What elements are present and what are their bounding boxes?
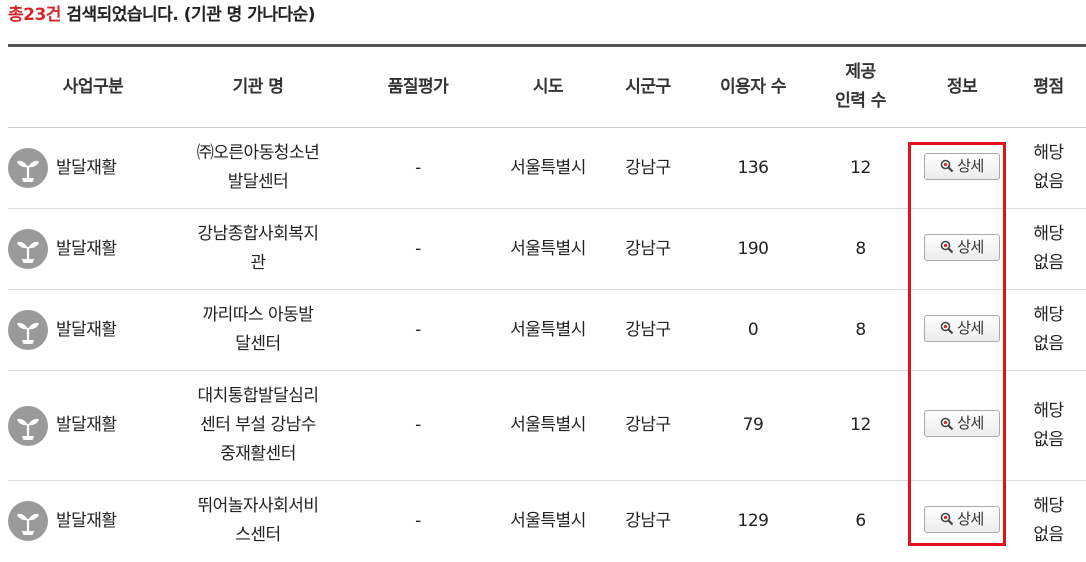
cell-district: 강남구 — [598, 289, 698, 371]
table-header-row: 사업구분 기관 명 품질평가 시도 시군구 이용자 수 제공인력 수 정보 평점 — [8, 47, 1086, 128]
business-type-label: 발달재활 — [56, 319, 117, 340]
cell-rating: 해당없음 — [1011, 370, 1086, 481]
province-name: 서울특별시 — [510, 157, 586, 178]
sprout-icon — [8, 148, 48, 188]
result-summary-text: 검색되었습니다. (기관 명 가나다순) — [60, 5, 316, 25]
sprout-icon — [8, 405, 48, 446]
cell-staff: 6 — [855, 510, 866, 531]
cell-district: 강남구 — [598, 370, 698, 481]
cell-rating: 해당없음 — [1011, 481, 1086, 562]
header-staff-line2: 인력 수 — [835, 91, 886, 111]
cell-users: 136 — [698, 127, 808, 209]
cell-rating: 해당없음 — [1011, 208, 1086, 290]
business-type-label: 발달재활 — [56, 238, 117, 259]
business-type-label: 발달재활 — [56, 415, 117, 435]
rating-text: 해당없음 — [1033, 400, 1064, 450]
cell-quality: - — [415, 510, 421, 531]
org-name: 강남종합사회복지관 — [197, 224, 319, 273]
cell-business-type: 발달재활 — [8, 208, 178, 290]
cell-province: 서울특별시 — [498, 481, 598, 562]
result-count: 총23건 — [8, 5, 61, 25]
sprout-icon — [8, 229, 48, 269]
rating-text: 해당없음 — [1033, 224, 1064, 273]
cell-org-name: 까리따스 아동발달센터 — [178, 289, 338, 371]
header-quality: 품질평가 — [338, 47, 498, 128]
cell-province: 서울특별시 — [498, 208, 598, 290]
header-org-name: 기관 명 — [178, 47, 338, 128]
cell-quality: - — [338, 289, 498, 371]
cell-business-type: 발달재활 — [8, 127, 178, 209]
org-name: 대치통합발달심리센터 부설 강남수중재활센터 — [197, 386, 319, 464]
rating-text: 해당없음 — [1033, 143, 1064, 192]
cell-rating: 해당없음 — [1011, 127, 1086, 209]
cell-org-name: ㈜오른아동청소년발달센터 — [178, 127, 338, 209]
highlight-box — [908, 142, 1006, 546]
cell-org-name: 대치통합발달심리센터 부설 강남수중재활센터 — [178, 370, 338, 481]
cell-users: 129 — [737, 510, 769, 531]
cell-rating: 해당없음 — [1011, 289, 1086, 371]
header-staff-line1: 제공 — [845, 62, 876, 82]
cell-district: 강남구 — [598, 127, 698, 209]
header-staff: 제공인력 수 — [808, 47, 913, 128]
org-name: ㈜오른아동청소년발달센터 — [196, 143, 320, 192]
header-province: 시도 — [498, 47, 598, 128]
cell-staff: 12 — [808, 370, 913, 481]
business-type-label: 발달재활 — [56, 510, 117, 531]
cell-business-type: 발달재활 — [8, 289, 178, 371]
cell-quality: - — [338, 370, 498, 481]
cell-staff: 8 — [808, 208, 913, 290]
cell-province: 서울특별시 — [498, 127, 598, 209]
province-name: 서울특별시 — [510, 319, 586, 340]
cell-users: 0 — [698, 289, 808, 371]
cell-province: 서울특별시 — [498, 289, 598, 371]
cell-district: 강남구 — [625, 510, 671, 531]
cell-district: 강남구 — [598, 208, 698, 290]
header-users: 이용자 수 — [698, 47, 808, 128]
cell-quality: - — [338, 127, 498, 209]
cell-staff: 12 — [808, 127, 913, 209]
header-rating: 평점 — [1011, 47, 1086, 128]
business-type-label: 발달재활 — [56, 157, 117, 178]
cell-users: 190 — [698, 208, 808, 290]
rating-text: 해당없음 — [1033, 496, 1064, 545]
cell-province: 서울특별시 — [498, 370, 598, 481]
header-info: 정보 — [913, 47, 1011, 128]
cell-users: 79 — [698, 370, 808, 481]
province-name: 서울특별시 — [510, 415, 586, 435]
cell-org-name: 강남종합사회복지관 — [178, 208, 338, 290]
province-name: 서울특별시 — [510, 238, 586, 259]
rating-text: 해당없음 — [1033, 305, 1064, 354]
province-name: 서울특별시 — [510, 510, 586, 531]
sprout-icon — [8, 310, 48, 350]
cell-staff: 8 — [808, 289, 913, 371]
header-business-type: 사업구분 — [8, 47, 178, 128]
org-name: 뛰어놀자사회서비스센터 — [197, 496, 319, 545]
sprout-icon — [8, 501, 48, 541]
search-summary: 총23건 검색되었습니다. (기관 명 가나다순) — [8, 3, 316, 27]
org-name: 까리따스 아동발달센터 — [202, 305, 314, 354]
header-district: 시군구 — [598, 47, 698, 128]
cell-business-type: 발달재활 — [8, 370, 178, 481]
cell-org-name: 뛰어놀자사회서비스센터 — [178, 481, 338, 562]
cell-business-type: 발달재활 — [8, 481, 178, 562]
cell-quality: - — [338, 208, 498, 290]
